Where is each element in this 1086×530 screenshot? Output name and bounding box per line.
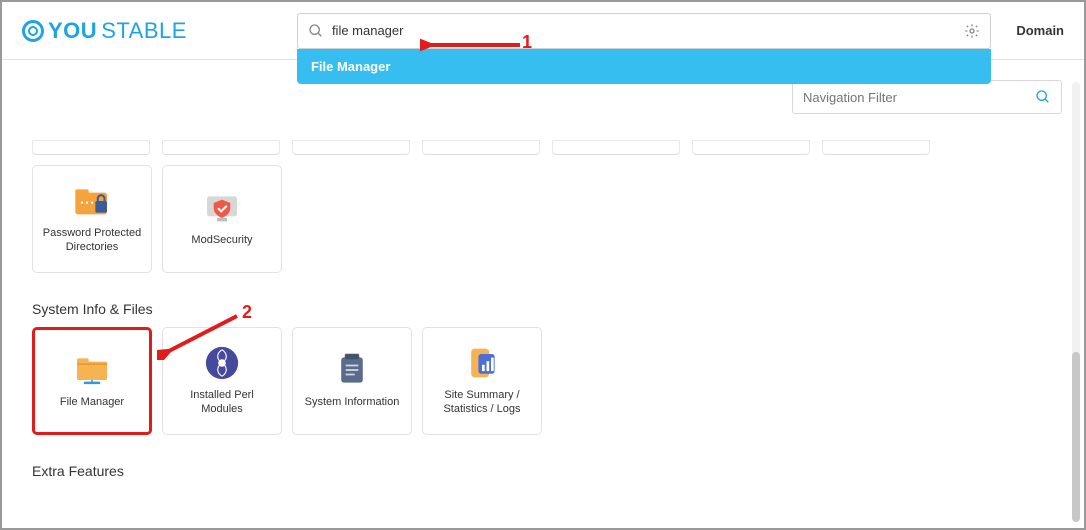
search-icon bbox=[308, 23, 324, 39]
search-icon bbox=[1035, 89, 1051, 105]
ghost-tile bbox=[162, 140, 280, 155]
tile-label: File Manager bbox=[60, 396, 124, 410]
search-suggestion-label: File Manager bbox=[311, 59, 390, 74]
global-search[interactable] bbox=[297, 13, 991, 49]
navigation-filter-input[interactable] bbox=[803, 90, 1035, 105]
tile-label: Site Summary / Statistics / Logs bbox=[429, 389, 535, 417]
logo-ring-icon bbox=[22, 20, 44, 42]
system-information-icon bbox=[332, 352, 372, 388]
tile-label: Installed Perl Modules bbox=[169, 389, 275, 417]
brand-text-bold: YOU bbox=[48, 18, 97, 44]
file-manager-icon bbox=[72, 352, 112, 388]
scrollbar-thumb[interactable] bbox=[1072, 352, 1080, 522]
tile-modsecurity[interactable]: ModSecurity bbox=[162, 165, 282, 273]
ghost-tile bbox=[692, 140, 810, 155]
ghost-tile bbox=[292, 140, 410, 155]
ghost-tile bbox=[32, 140, 150, 155]
ghost-tile bbox=[822, 140, 930, 155]
domain-link[interactable]: Domain bbox=[1016, 23, 1064, 38]
tile-label: System Information bbox=[305, 396, 400, 410]
tile-password-protected-dirs[interactable]: Password Protected Directories bbox=[32, 165, 152, 273]
password-protected-dirs-icon bbox=[72, 183, 112, 219]
tile-label: ModSecurity bbox=[191, 234, 252, 248]
tile-system-information[interactable]: System Information bbox=[292, 327, 412, 435]
installed-perl-modules-icon bbox=[202, 345, 242, 381]
brand-logo: YOUSTABLE bbox=[22, 18, 187, 44]
brand-text-thin: STABLE bbox=[101, 18, 187, 44]
section-title-system: System Info & Files bbox=[2, 301, 1084, 317]
tile-installed-perl-modules[interactable]: Installed Perl Modules bbox=[162, 327, 282, 435]
modsecurity-icon bbox=[202, 190, 242, 226]
navigation-filter[interactable] bbox=[792, 80, 1062, 114]
ghost-tile bbox=[422, 140, 540, 155]
gear-icon[interactable] bbox=[964, 23, 980, 39]
search-suggestion[interactable]: File Manager bbox=[297, 49, 991, 84]
global-search-input[interactable] bbox=[324, 23, 964, 38]
ghost-tile bbox=[552, 140, 680, 155]
tile-site-summary[interactable]: Site Summary / Statistics / Logs bbox=[422, 327, 542, 435]
tile-label: Password Protected Directories bbox=[39, 227, 145, 255]
site-summary-icon bbox=[462, 345, 502, 381]
section-title-extra: Extra Features bbox=[2, 463, 1084, 479]
tile-file-manager[interactable]: File Manager bbox=[32, 327, 152, 435]
